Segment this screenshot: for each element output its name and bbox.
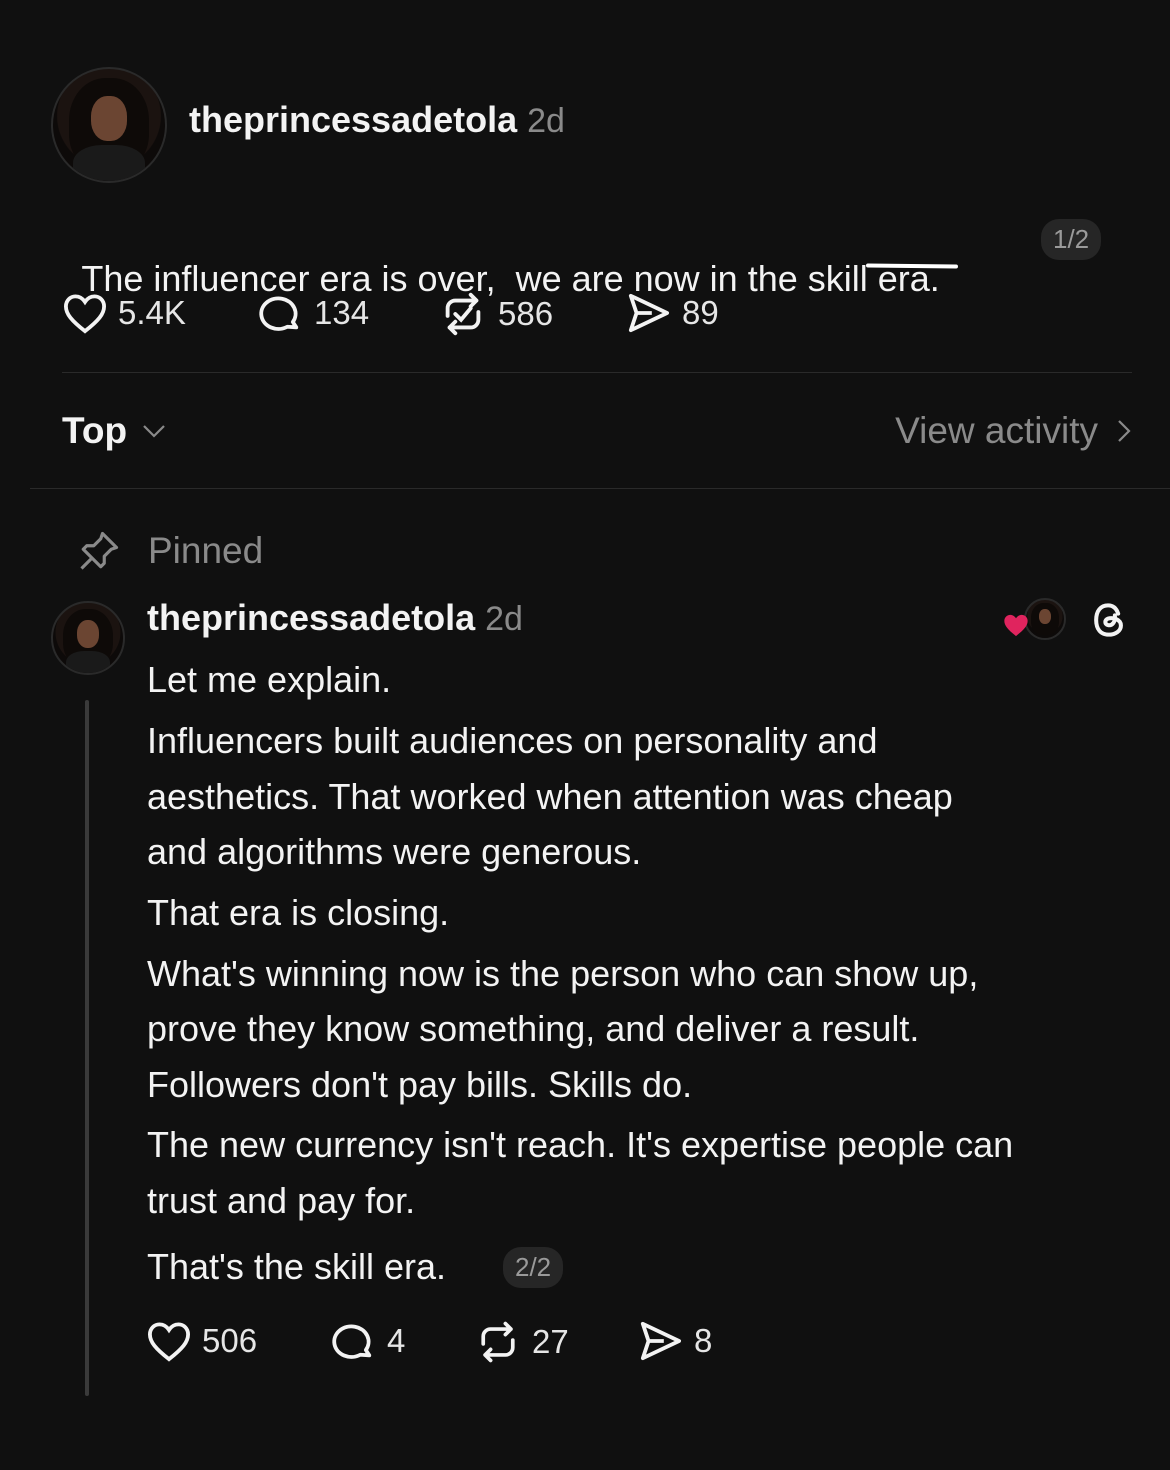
repost-icon [481,1321,515,1363]
chevron-down-icon [143,425,165,438]
liked-by-author-indicator [1002,598,1066,642]
reply-line: That era is closing. [147,892,450,933]
thread-line [85,700,89,1396]
liker-avatar [1024,598,1066,640]
like-count: 5.4K [118,294,186,331]
comment-icon [259,296,299,331]
heart-icon [147,1322,191,1362]
post-header: theprincessadetola 2d [189,99,565,141]
reply-line: What's winning now is the person who can… [147,953,979,994]
post-text: The influencer era is over, we are now i… [62,216,939,300]
avatar-face [91,95,127,141]
author-avatar[interactable] [51,67,167,183]
view-activity-link[interactable]: View activity [895,410,1132,452]
repost-count: 27 [532,1323,569,1360]
avatar-face [76,619,100,648]
reply-header: theprincessadetola 2d [147,597,523,639]
share-icon [628,293,669,333]
divider [62,372,1132,373]
reply-like-button[interactable]: 506 [146,1320,257,1362]
heart-filled-icon [1004,614,1028,637]
reply-author-avatar[interactable] [51,601,125,675]
reply-time: 2d [485,600,523,638]
reply-share-button[interactable]: 8 [636,1320,712,1362]
reply-line: prove they know something, and deliver a… [147,1008,920,1049]
view-activity-label: View activity [895,410,1098,451]
avatar-face [1038,609,1052,625]
reply-line: and algorithms were generous. [147,831,642,872]
repost-button[interactable]: 586 [438,292,553,336]
reply-line: Followers don't pay bills. Skills do. [147,1064,693,1105]
threads-logo-icon[interactable] [1087,598,1131,642]
reply-username[interactable]: theprincessadetola [147,597,475,638]
comment-button[interactable]: 134 [258,292,369,334]
sort-dropdown[interactable]: Top [62,410,167,452]
post-text-underlined: skill [807,258,868,299]
thread-badge: 1/2 [1041,219,1102,260]
like-button[interactable]: 5.4K [62,292,186,334]
reply-repost-button[interactable]: 27 [474,1320,569,1364]
avatar-body [73,145,145,181]
reply-line: That's the skill era. [147,1246,446,1287]
share-icon [640,1321,681,1361]
share-button[interactable]: 89 [624,292,719,334]
reply-line: Influencers built audiences on personali… [147,720,878,761]
share-count: 8 [694,1322,713,1359]
pinned-indicator: Pinned [78,530,263,572]
thread-badge: 2/2 [503,1247,564,1288]
reply-line: aesthetics. That worked when attention w… [147,776,953,817]
reply-count: 4 [387,1322,406,1359]
sort-label: Top [62,410,128,451]
pinned-label: Pinned [148,530,264,571]
divider [30,488,1170,489]
post-username[interactable]: theprincessadetola [189,99,517,140]
comment-icon [332,1324,372,1359]
pin-icon [80,531,119,570]
like-count: 506 [202,1322,258,1359]
share-count: 89 [682,294,719,331]
reply-line: trust and pay for. [147,1180,416,1221]
reply-line: Let me explain. [147,659,392,700]
repost-count: 586 [498,295,554,332]
post-time: 2d [527,102,565,140]
reply-comment-button[interactable]: 4 [331,1320,405,1362]
reply-line: The new currency isn't reach. It's exper… [147,1124,1014,1165]
repost-icon [445,292,481,336]
heart-icon [63,294,107,334]
chevron-right-icon [1118,420,1131,442]
avatar-body [65,650,111,673]
reply-count: 134 [314,294,370,331]
